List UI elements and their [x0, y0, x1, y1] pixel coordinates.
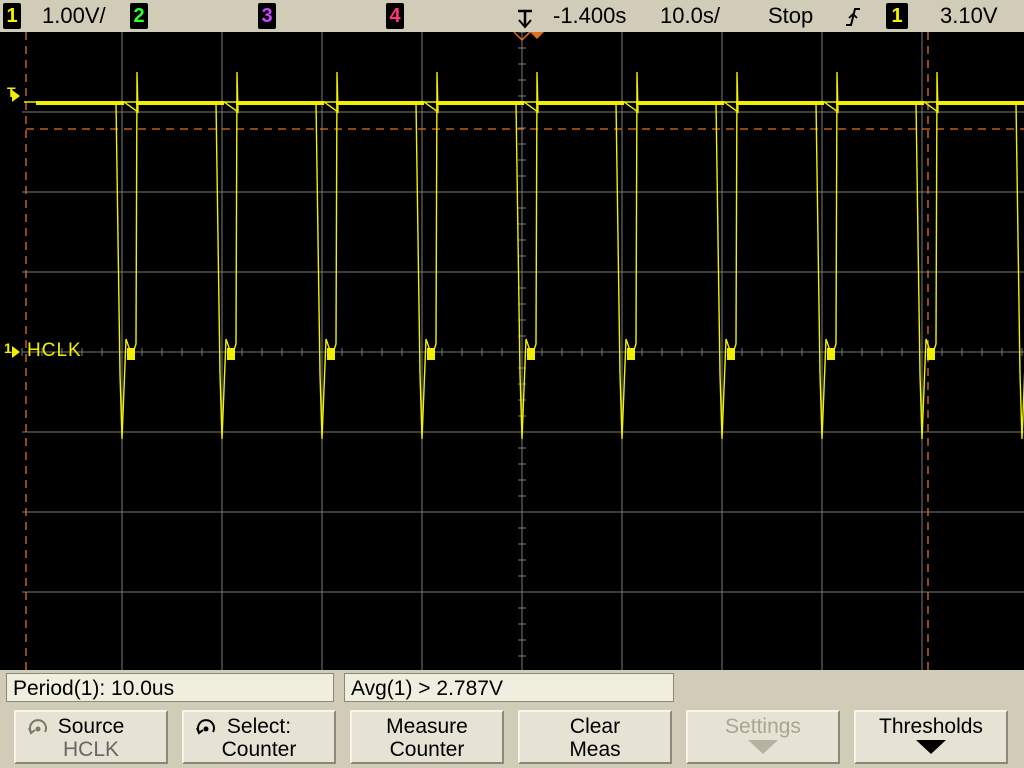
trace-low-pulse [627, 348, 635, 360]
clear-meas-softkey[interactable]: Clear Meas [518, 710, 672, 764]
source-softkey[interactable]: Source HCLK [14, 710, 168, 764]
period-measurement: Period(1): 10.0us [6, 673, 334, 702]
status-bar: 1 1.00V/ 2 3 4 -1.400s 10.0s/ Stop 1 3.1… [0, 0, 1024, 32]
trace-low-pulse [327, 348, 335, 360]
trigger-position-marker [530, 32, 544, 39]
channel-3-indicator[interactable]: 3 [258, 3, 276, 29]
trigger-level: 3.10V [940, 3, 998, 28]
trigger-source-indicator[interactable]: 1 [886, 3, 908, 29]
clear-meas-label: Clear [569, 715, 621, 738]
select-softkey[interactable]: Select: Counter [182, 710, 336, 764]
thresholds-softkey[interactable]: Thresholds [854, 710, 1008, 764]
channel-1-scale: 1.00V/ [42, 3, 106, 28]
trace-low-pulse [127, 348, 135, 360]
settings-softkey-label: Settings [725, 715, 801, 738]
measure-counter-sub: Counter [389, 738, 465, 761]
arrow-down-icon [916, 740, 946, 754]
measure-counter-label: Measure [386, 715, 468, 738]
trace-low-pulse [527, 348, 535, 360]
channel-4-indicator[interactable]: 4 [386, 3, 404, 29]
channel-1-indicator[interactable]: 1 [3, 3, 21, 29]
settings-softkey[interactable]: Settings [686, 710, 840, 764]
source-softkey-value: HCLK [62, 738, 120, 761]
thresholds-softkey-label: Thresholds [879, 715, 983, 738]
delay-value: -1.400s [553, 3, 627, 28]
channel-ground-marker: 1 [4, 340, 12, 356]
rising-edge-icon [846, 8, 860, 26]
trace-low-pulse [227, 348, 235, 360]
channel-2-indicator[interactable]: 2 [130, 3, 148, 29]
measure-counter-softkey[interactable]: Measure Counter [350, 710, 504, 764]
ground-marker-arrow [12, 346, 20, 358]
channel-label: HCLK [27, 340, 82, 361]
rotary-knob-icon [28, 719, 47, 735]
rotary-knob-icon [196, 719, 215, 735]
select-softkey-value: Counter [221, 738, 297, 761]
run-state: Stop [768, 3, 814, 28]
waveform-display[interactable]: T 1 HCLK [0, 32, 1024, 670]
trace-low-pulse [427, 348, 435, 360]
trace-low-pulse [927, 348, 935, 360]
softkey-area: Period(1): 10.0us Avg(1) > 2.787V Source… [0, 670, 1024, 768]
scope-graticule [12, 32, 1024, 670]
delay-marker-icon [518, 9, 532, 29]
trace-low-pulse [727, 348, 735, 360]
trace-low-pulse [827, 348, 835, 360]
trigger-level-marker: T [7, 84, 16, 100]
arrow-down-icon [748, 740, 778, 754]
average-measurement: Avg(1) > 2.787V [344, 673, 674, 702]
timebase-value: 10.0s/ [660, 3, 720, 28]
clear-meas-sub: Meas [569, 738, 621, 761]
